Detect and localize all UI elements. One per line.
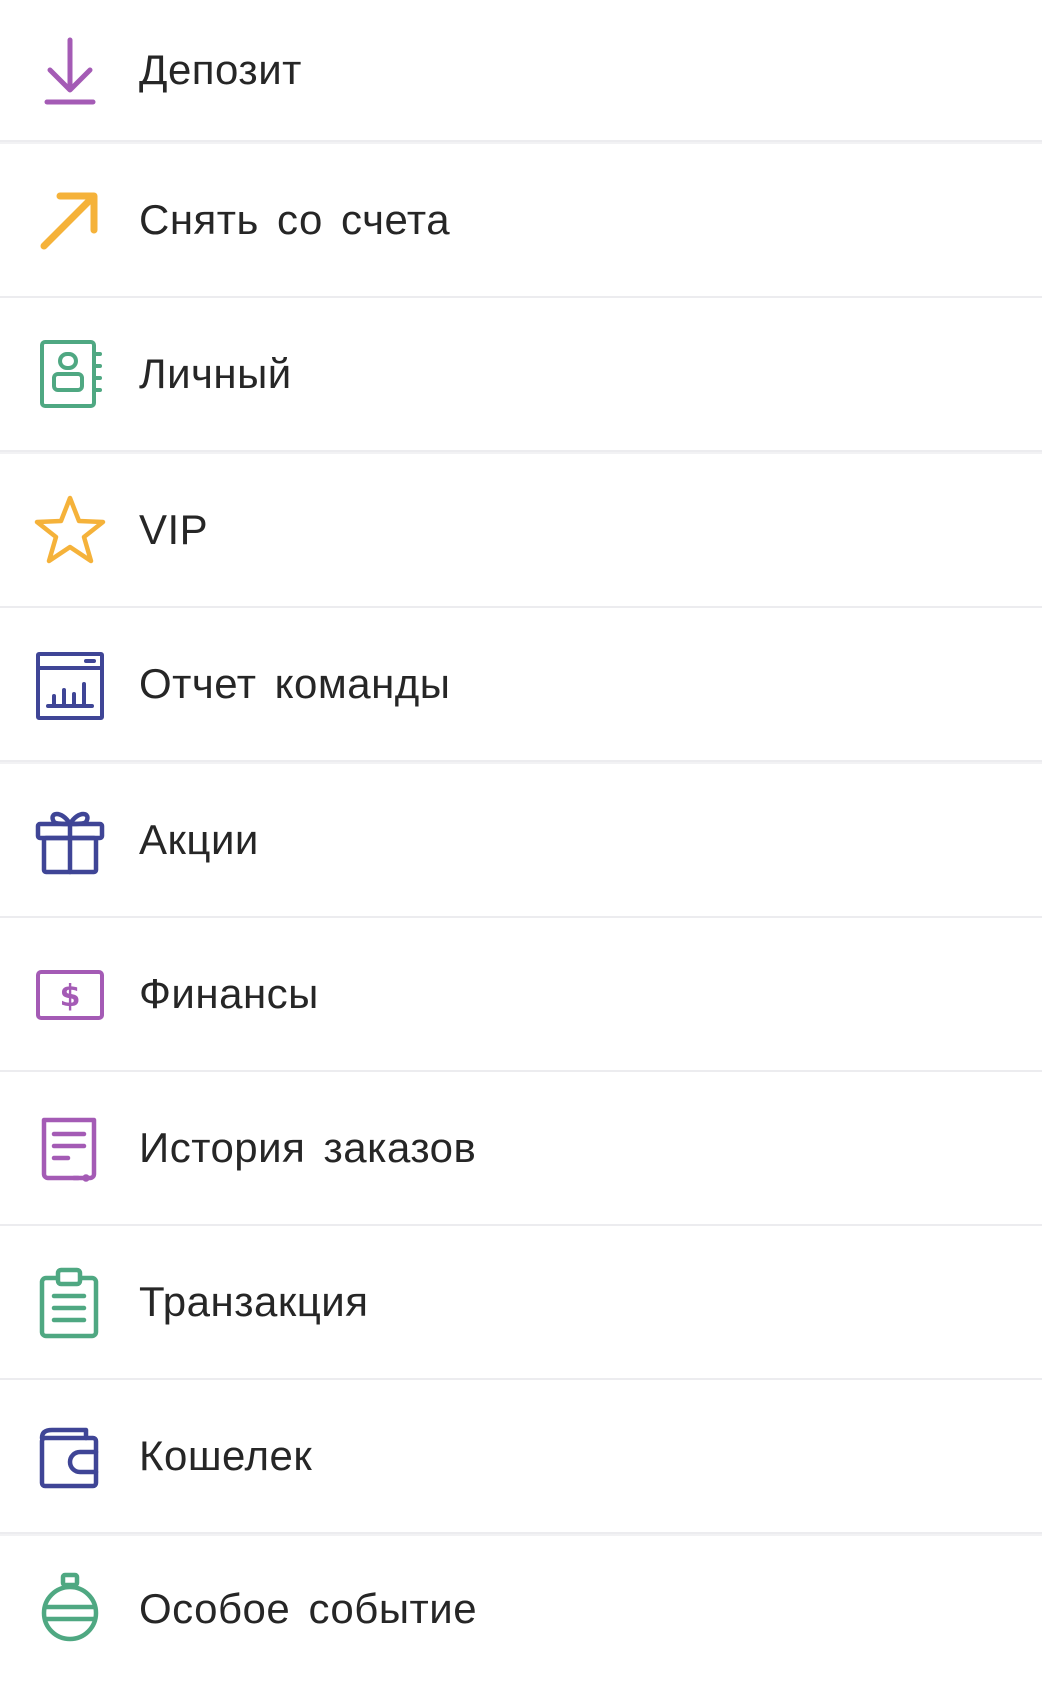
menu-item-label: История заказов (139, 1124, 477, 1171)
menu-item-label: Финансы (139, 970, 319, 1017)
menu-item-order-history[interactable]: История заказов (0, 1072, 1042, 1226)
download-arrow-icon (30, 30, 110, 110)
menu-item-team-report[interactable]: Отчет команды (0, 608, 1042, 762)
svg-text:$: $ (60, 979, 81, 1014)
menu-item-deposit[interactable]: Депозит (0, 0, 1042, 142)
menu-item-label: Личный (139, 350, 292, 397)
menu-item-label: Акции (139, 816, 259, 863)
menu-item-promotions[interactable]: Акции (0, 764, 1042, 918)
menu-item-finance[interactable]: $ Финансы (0, 918, 1042, 1072)
menu-item-label: Транзакция (139, 1278, 369, 1325)
arrow-up-right-icon (30, 180, 110, 260)
menu-item-label: VIP (139, 506, 209, 553)
menu-item-transaction[interactable]: Транзакция (0, 1226, 1042, 1380)
menu-item-label: Отчет команды (139, 660, 451, 707)
menu-item-withdraw[interactable]: Снять со счета (0, 144, 1042, 298)
star-icon (30, 490, 110, 570)
document-list-icon (30, 1108, 110, 1188)
menu-item-label: Снять со счета (139, 196, 451, 243)
menu-item-personal[interactable]: Личный (0, 298, 1042, 452)
menu-item-label: Особое событие (139, 1584, 478, 1632)
menu-item-wallet[interactable]: Кошелек (0, 1380, 1042, 1534)
menu-item-special-event[interactable]: Особое событие (0, 1536, 1042, 1681)
chart-window-icon (30, 644, 110, 724)
account-menu: Депозит Снять со счета Личный VIP Отчет … (0, 0, 1042, 1681)
menu-item-vip[interactable]: VIP (0, 454, 1042, 608)
menu-item-label: Кошелек (139, 1432, 313, 1479)
contact-book-icon (30, 334, 110, 414)
ornament-icon (30, 1569, 110, 1649)
dollar-bill-icon: $ (30, 954, 110, 1034)
wallet-icon (30, 1416, 110, 1496)
menu-item-label: Депозит (139, 46, 302, 93)
gift-icon (30, 800, 110, 880)
clipboard-icon (30, 1262, 110, 1342)
